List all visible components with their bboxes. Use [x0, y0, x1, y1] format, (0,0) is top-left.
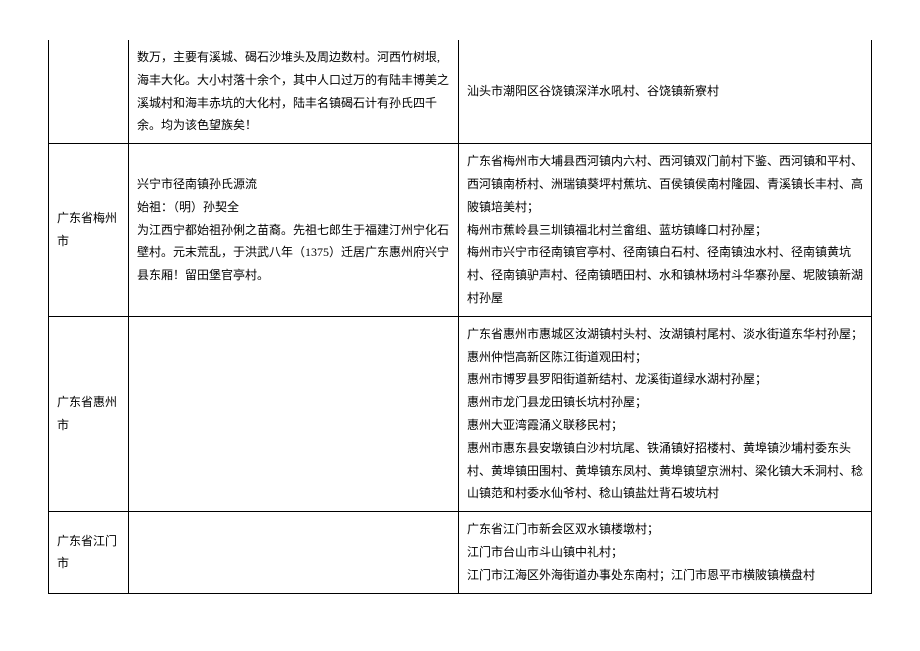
table-row: 广东省江门市 广东省江门市新会区双水镇楼墩村； 江门市台山市斗山镇中礼村； 江门… — [49, 512, 872, 593]
villages-cell: 汕头市潮阳区谷饶镇深洋水吼村、谷饶镇新寮村 — [459, 40, 872, 144]
origin-cell — [129, 512, 459, 593]
city-cell: 广东省江门市 — [49, 512, 129, 593]
origin-cell: 数万，主要有溪城、碣石沙堆头及周边数村。河西竹树垠,海丰大化。大小村落十余个，其… — [129, 40, 459, 144]
origin-cell — [129, 316, 459, 511]
city-cell: 广东省惠州市 — [49, 316, 129, 511]
villages-cell: 广东省梅州市大埔县西河镇内六村、西河镇双门前村下鉴、西河镇和平村、西河镇南桥村、… — [459, 144, 872, 317]
origin-cell: 兴宁市径南镇孙氏源流 始祖：（明）孙契全 为江西宁都始祖孙俐之苗裔。先祖七郎生于… — [129, 144, 459, 317]
table-row: 数万，主要有溪城、碣石沙堆头及周边数村。河西竹树垠,海丰大化。大小村落十余个，其… — [49, 40, 872, 144]
table-row: 广东省梅州市 兴宁市径南镇孙氏源流 始祖：（明）孙契全 为江西宁都始祖孙俐之苗裔… — [49, 144, 872, 317]
genealogy-table: 数万，主要有溪城、碣石沙堆头及周边数村。河西竹树垠,海丰大化。大小村落十余个，其… — [48, 40, 872, 594]
villages-cell: 广东省惠州市惠城区汝湖镇村头村、汝湖镇村尾村、淡水街道东华村孙屋； 惠州仲恺高新… — [459, 316, 872, 511]
villages-cell: 广东省江门市新会区双水镇楼墩村； 江门市台山市斗山镇中礼村； 江门市江海区外海街… — [459, 512, 872, 593]
table-row: 广东省惠州市 广东省惠州市惠城区汝湖镇村头村、汝湖镇村尾村、淡水街道东华村孙屋；… — [49, 316, 872, 511]
city-cell: 广东省梅州市 — [49, 144, 129, 317]
city-cell — [49, 40, 129, 144]
